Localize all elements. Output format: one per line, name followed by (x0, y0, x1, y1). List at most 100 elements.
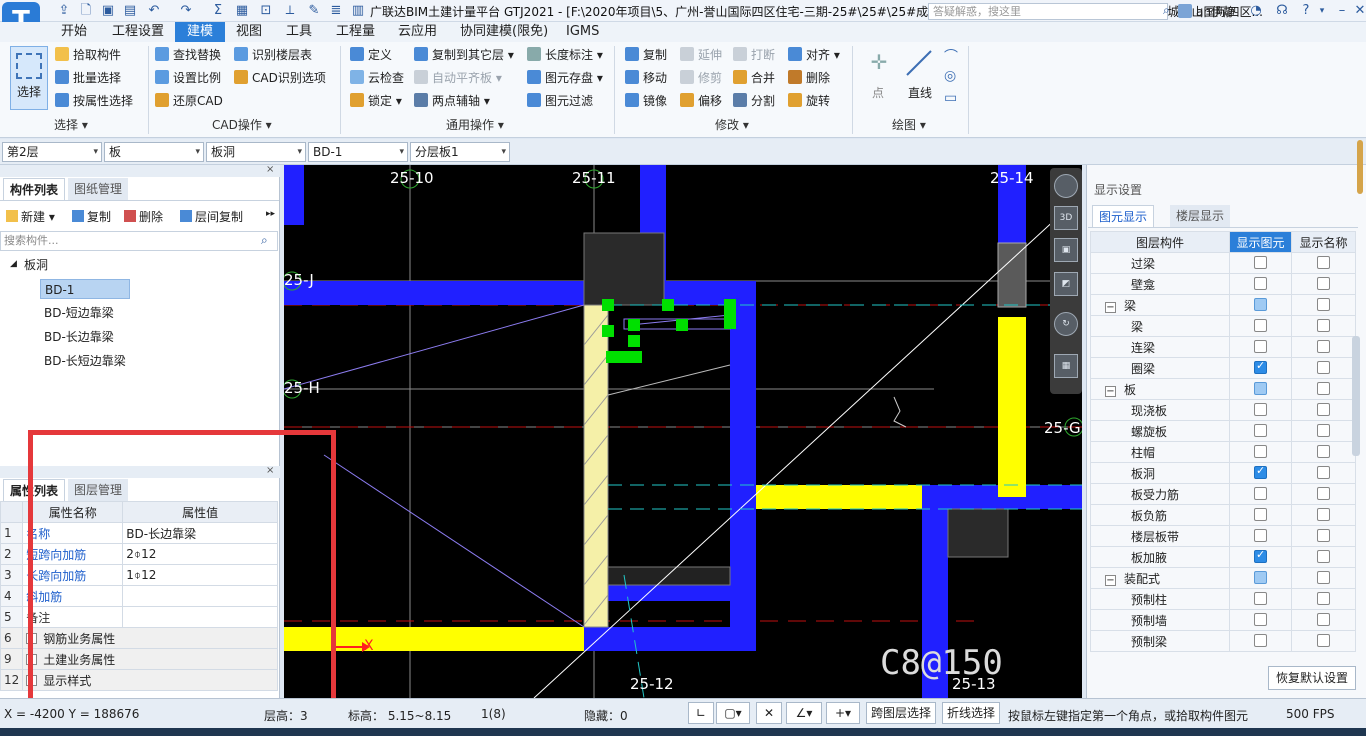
delete-component-button[interactable]: 删除 (124, 208, 163, 225)
show-element-checkbox[interactable] (1254, 592, 1267, 605)
search-icon[interactable]: ⌕ (1163, 3, 1170, 18)
cad-options-button[interactable]: CAD识别选项 (234, 68, 326, 88)
column-header[interactable]: 显示名称 (1291, 231, 1356, 253)
show-element-checkbox[interactable] (1254, 464, 1267, 479)
merge-button[interactable]: 合并 (733, 68, 775, 88)
show-name-checkbox[interactable] (1317, 403, 1330, 416)
display-row[interactable]: 螺旋板 (1090, 420, 1356, 442)
show-element-checkbox[interactable] (1254, 319, 1267, 332)
mirror-button[interactable]: 镜像 (625, 91, 667, 111)
sum-icon[interactable]: Σ (210, 3, 226, 19)
show-element-checkbox[interactable] (1254, 424, 1267, 437)
draw-line-button[interactable]: 直线 (908, 84, 932, 101)
delete-button[interactable]: 删除 (788, 68, 830, 88)
display-row[interactable]: 现浇板 (1090, 399, 1356, 421)
show-element-checkbox[interactable] (1254, 277, 1267, 290)
new-file-icon[interactable]: 🗋 (78, 3, 94, 19)
copy-between-floors-button[interactable]: 层间复制 (180, 208, 243, 225)
restore-defaults-button[interactable]: 恢复默认设置 (1268, 666, 1356, 690)
list-item[interactable]: BD-长边靠梁 (40, 327, 118, 347)
collapse-icon[interactable]: − (1105, 385, 1116, 397)
point-icon[interactable]: ✛ (866, 50, 892, 76)
collapse-icon[interactable]: − (1105, 574, 1116, 586)
search-icon[interactable]: ⌕ (261, 233, 268, 248)
show-name-checkbox[interactable] (1317, 382, 1330, 395)
ortho-icon[interactable]: ∟ (688, 702, 714, 724)
group-common-label[interactable]: 通用操作 ▾ (446, 116, 504, 133)
show-element-checkbox[interactable] (1254, 359, 1267, 374)
show-element-checkbox[interactable] (1254, 382, 1267, 395)
show-name-checkbox[interactable] (1317, 613, 1330, 626)
tab-project-settings[interactable]: 工程设置 (106, 22, 170, 42)
show-name-checkbox[interactable] (1317, 592, 1330, 605)
show-name-checkbox[interactable] (1317, 466, 1330, 479)
show-name-checkbox[interactable] (1317, 550, 1330, 563)
show-element-checkbox[interactable] (1254, 340, 1267, 353)
show-element-checkbox[interactable] (1254, 529, 1267, 542)
show-element-checkbox[interactable] (1254, 445, 1267, 458)
show-element-checkbox[interactable] (1254, 634, 1267, 647)
display-row[interactable]: − 装配式 (1090, 567, 1356, 589)
snap-icon[interactable]: ▢▾ (716, 702, 750, 724)
tab-tools[interactable]: 工具 (280, 22, 318, 42)
copy-to-floor-button[interactable]: 复制到其它层 ▾ (414, 45, 514, 65)
save-element-button[interactable]: 图元存盘 ▾ (527, 68, 603, 88)
restore-cad-button[interactable]: 还原CAD (155, 91, 223, 111)
show-name-checkbox[interactable] (1317, 340, 1330, 353)
report-icon[interactable]: ▦ (234, 3, 250, 19)
avatar[interactable] (1178, 4, 1192, 18)
undo-icon[interactable]: ↶ (146, 3, 162, 19)
show-name-checkbox[interactable] (1317, 508, 1330, 521)
floor-select[interactable]: 第2层 ▾ (2, 142, 102, 162)
calc-icon[interactable]: ▥ (350, 3, 366, 19)
find-replace-button[interactable]: 查找替换 (155, 45, 221, 65)
break-button[interactable]: 打断 (733, 45, 775, 65)
display-row[interactable]: 过梁 (1090, 252, 1356, 274)
new-component-button[interactable]: 新建 ▾ (6, 208, 55, 225)
show-element-checkbox[interactable] (1254, 508, 1267, 521)
layer-icon[interactable]: ≣ (328, 3, 344, 19)
pencil-icon[interactable]: ✎ (306, 3, 322, 19)
show-element-checkbox[interactable] (1254, 571, 1267, 584)
display-row[interactable]: 梁 (1090, 315, 1356, 337)
show-name-checkbox[interactable] (1317, 634, 1330, 647)
close-icon[interactable]: × (266, 164, 274, 175)
upload-icon[interactable]: ⇪ (56, 3, 72, 19)
rectangle-icon[interactable]: ▭ (944, 90, 957, 106)
list-item[interactable]: BD-长短边靠梁 (40, 351, 130, 371)
align-button[interactable]: 对齐 ▾ (788, 45, 840, 65)
view-3d-icon[interactable]: 3D (1054, 206, 1078, 230)
display-row[interactable]: 板洞 (1090, 462, 1356, 484)
bell-icon[interactable]: ◔ (1248, 3, 1264, 19)
two-point-axis-button[interactable]: 两点辅轴 ▾ (414, 91, 490, 111)
list-item[interactable]: BD-1 (40, 279, 130, 299)
define-button[interactable]: 定义 (350, 45, 392, 65)
arc-icon[interactable]: ⌒ (944, 46, 958, 66)
copy-button[interactable]: 复制 (625, 45, 667, 65)
tab-quantity[interactable]: 工程量 (330, 22, 381, 42)
tab-cloud[interactable]: 云应用 (392, 22, 443, 42)
globe-icon[interactable] (1054, 174, 1078, 198)
group-draw-label[interactable]: 绘图 ▾ (892, 116, 926, 133)
tab-element-display[interactable]: 图元显示 (1092, 205, 1155, 227)
rotate-button[interactable]: 旋转 (788, 91, 830, 111)
tab-start[interactable]: 开始 (55, 22, 93, 42)
display-row[interactable]: 板加腋 (1090, 546, 1356, 568)
tree-root[interactable]: 板洞 (20, 255, 52, 275)
tab-component-list[interactable]: 构件列表 (3, 178, 66, 200)
display-row[interactable]: 圈梁 (1090, 357, 1356, 379)
measure-icon[interactable]: ⟂ (282, 3, 298, 19)
display-row[interactable]: 板负筋 (1090, 504, 1356, 526)
tab-drawing-management[interactable]: 图纸管理 (68, 178, 129, 200)
move-button[interactable]: 移动 (625, 68, 667, 88)
more-icon[interactable]: ▸▸ (266, 209, 275, 219)
component-search-input[interactable]: 搜索构件... (0, 231, 278, 251)
show-name-checkbox[interactable] (1317, 361, 1330, 374)
circle-icon[interactable]: ◎ (944, 68, 956, 84)
drawing-canvas[interactable]: 25-10 25-11 25-14 25-J 25-H 25-G 25-12 2… (284, 165, 1082, 698)
column-header[interactable]: 显示图元 (1229, 231, 1292, 253)
group-modify-label[interactable]: 修改 ▾ (715, 116, 749, 133)
scrollbar[interactable] (1352, 336, 1360, 456)
display-row[interactable]: − 梁 (1090, 294, 1356, 316)
show-element-checkbox[interactable] (1254, 613, 1267, 626)
